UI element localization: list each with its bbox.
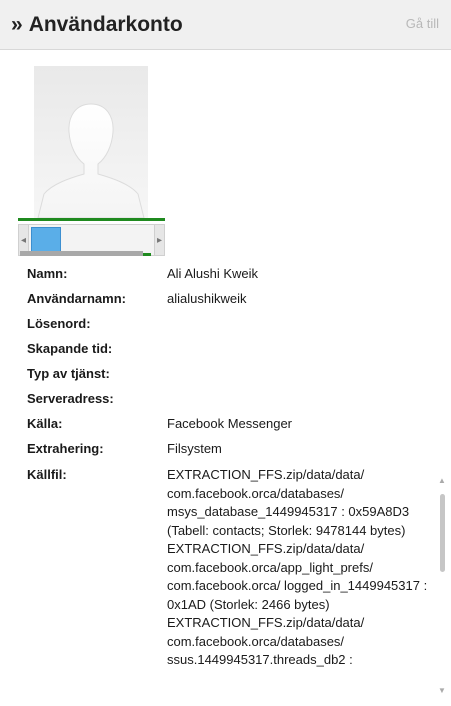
thumbnail-selected[interactable] bbox=[31, 227, 61, 253]
field-row-username: Användarnamn: alialushikweik bbox=[27, 289, 437, 314]
field-label: Användarnamn: bbox=[27, 291, 126, 306]
field-row-service-type: Typ av tjänst: bbox=[27, 364, 437, 389]
field-row-password: Lösenord: bbox=[27, 314, 437, 339]
field-row-created: Skapande tid: bbox=[27, 339, 437, 364]
field-label: Källa: bbox=[27, 416, 63, 431]
user-silhouette-icon bbox=[34, 66, 148, 218]
scrollbar-thumb[interactable] bbox=[440, 494, 445, 572]
horizontal-scrollbar[interactable] bbox=[20, 251, 143, 256]
panel-title: Användarkonto bbox=[28, 12, 183, 36]
field-label: Skapande tid: bbox=[27, 341, 113, 356]
panel-header: » Användarkonto Gå till bbox=[0, 0, 451, 50]
field-value: Filsystem bbox=[167, 441, 222, 456]
field-label: Typ av tjänst: bbox=[27, 366, 110, 381]
field-value: Facebook Messenger bbox=[167, 416, 293, 431]
field-label: Serveradress: bbox=[27, 391, 114, 406]
source-file-entry[interactable]: EXTRACTION_FFS.zip/data/data/ com.facebo… bbox=[167, 540, 432, 614]
field-row-source: Källa: Facebook Messenger bbox=[27, 414, 437, 439]
field-row-name: Namn: Ali Alushi Kweik bbox=[27, 264, 437, 289]
field-value: Ali Alushi Kweik bbox=[167, 266, 259, 281]
source-file-entry[interactable]: EXTRACTION_FFS.zip/data/data/ com.facebo… bbox=[167, 614, 432, 670]
user-photo bbox=[34, 66, 148, 218]
account-details: Namn: Ali Alushi Kweik Användarnamn: ali… bbox=[27, 264, 437, 464]
scroll-right-button[interactable]: ▸ bbox=[154, 225, 164, 255]
source-file-list[interactable]: EXTRACTION_FFS.zip/data/data/ com.facebo… bbox=[167, 466, 432, 702]
field-value: alialushikweik bbox=[167, 291, 247, 306]
field-label: Namn: bbox=[27, 266, 68, 281]
scroll-down-icon[interactable]: ▼ bbox=[438, 682, 446, 701]
goto-link[interactable]: Gå till bbox=[406, 16, 439, 31]
field-row-extraction: Extrahering: Filsystem bbox=[27, 439, 437, 464]
scroll-up-icon[interactable]: ▲ bbox=[438, 472, 446, 491]
field-label: Källfil: bbox=[27, 467, 67, 482]
field-label: Extrahering: bbox=[27, 441, 104, 456]
field-label: Lösenord: bbox=[27, 316, 91, 331]
thumbnail-strip: ◂ ▸ bbox=[18, 218, 165, 258]
field-row-server-address: Serveradress: bbox=[27, 389, 437, 414]
vertical-scrollbar[interactable]: ▲ ▼ bbox=[437, 466, 449, 702]
double-chevron-right-icon[interactable]: » bbox=[11, 13, 23, 37]
selection-bar bbox=[18, 218, 165, 221]
source-file-row: Källfil: EXTRACTION_FFS.zip/data/data/ c… bbox=[27, 466, 447, 702]
source-file-entry[interactable]: EXTRACTION_FFS.zip/data/data/ com.facebo… bbox=[167, 466, 432, 540]
